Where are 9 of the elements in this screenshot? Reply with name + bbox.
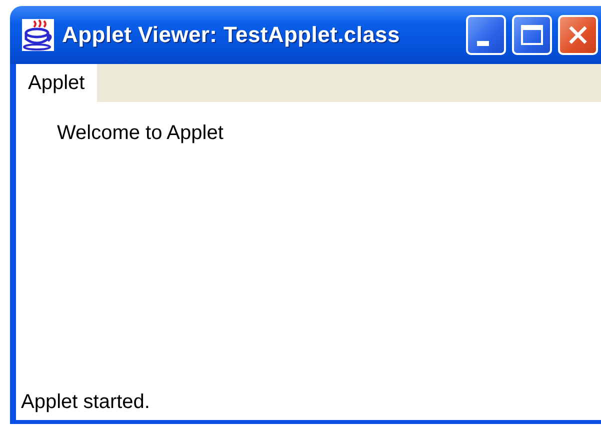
window-title: Applet Viewer: TestApplet.class — [62, 22, 401, 48]
menu-item[interactable]: Applet — [16, 64, 97, 102]
minimize-button[interactable] — [466, 15, 506, 55]
maximize-button[interactable] — [512, 15, 552, 55]
applet-text: Welcome to Applet — [57, 122, 224, 145]
status-text: Applet started. — [21, 391, 151, 414]
coffee-cup-icon — [22, 19, 54, 51]
close-button[interactable] — [558, 15, 598, 55]
close-icon — [567, 24, 589, 46]
